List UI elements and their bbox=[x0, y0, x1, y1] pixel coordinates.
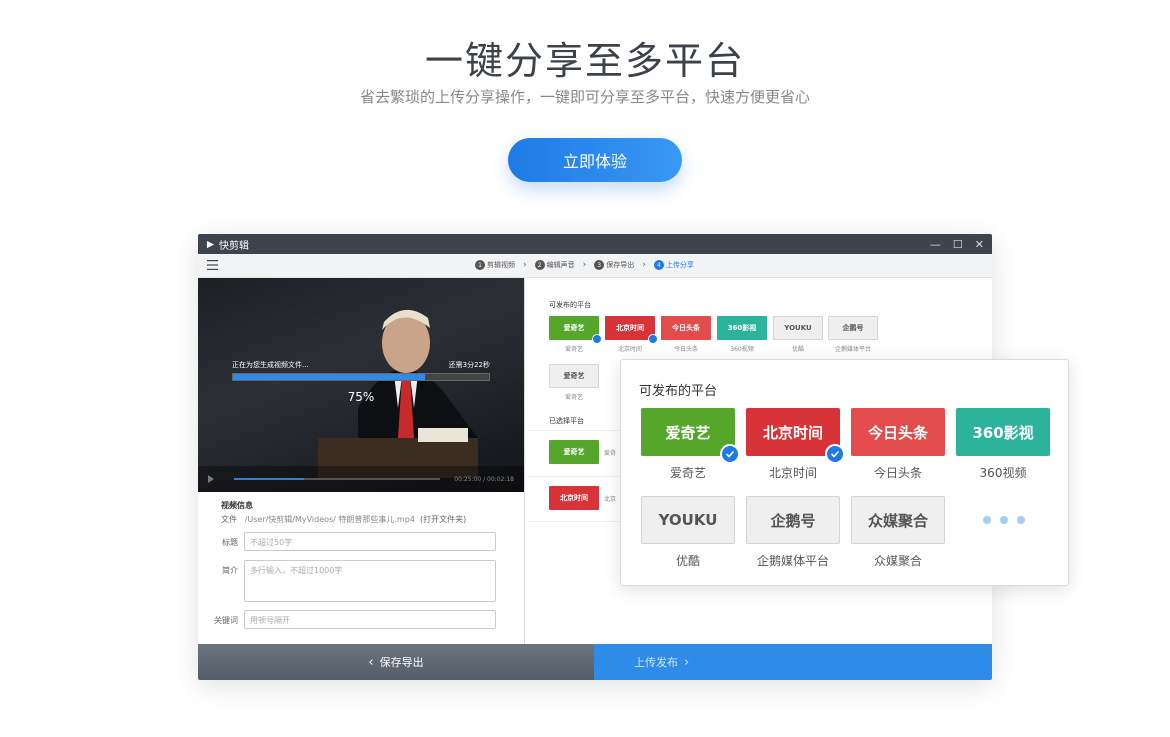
bottom-bar: ‹ 保存导出 上传发布 › bbox=[198, 644, 992, 680]
platform-popup: 可发布的平台 爱奇艺 爱奇艺 北京时间 北京时间 今日头条 今日头条 360影视… bbox=[620, 359, 1069, 586]
title-bar: 快剪辑 — ☐ ✕ bbox=[198, 234, 992, 254]
intro-textarea[interactable]: 多行输入，不超过1000字 bbox=[244, 560, 496, 602]
step-save-export[interactable]: 3 保存导出 bbox=[594, 260, 634, 270]
open-folder-link[interactable]: (打开文件夹) bbox=[420, 515, 466, 524]
selected-label: 爱奇 bbox=[604, 450, 617, 457]
platform-label: 今日头条 bbox=[673, 346, 698, 353]
hero-title: 一键分享至多平台 bbox=[424, 39, 745, 83]
platform-label: 爱奇艺 bbox=[564, 346, 583, 353]
popup-card-penguin[interactable]: 企鹅号 bbox=[746, 496, 840, 544]
hamburger-menu-icon[interactable] bbox=[207, 260, 218, 270]
popup-label: 众媒聚合 bbox=[873, 554, 922, 568]
popup-label: 企鹅媒体平台 bbox=[756, 554, 829, 568]
chevron-left-icon: ‹ bbox=[368, 654, 374, 670]
platform-card-youku[interactable]: YOUKU bbox=[773, 316, 823, 340]
video-frame-image bbox=[318, 309, 478, 478]
popup-title: 可发布的平台 bbox=[639, 384, 718, 399]
minimize-icon[interactable]: — bbox=[930, 238, 941, 251]
video-controls: 00:25:00 / 00:02:18 bbox=[198, 466, 524, 492]
check-icon bbox=[648, 334, 658, 344]
try-now-button[interactable]: 立即体验 bbox=[508, 138, 682, 182]
platform-label: 北京时间 bbox=[617, 346, 642, 353]
platform-label: 爱奇艺 bbox=[564, 394, 583, 401]
chevron-right-icon: › bbox=[523, 260, 527, 270]
step-edit-video[interactable]: 1 剪辑视频 bbox=[475, 260, 515, 270]
platform-label: 360视频 bbox=[730, 346, 754, 353]
step-edit-audio[interactable]: 2 编辑声音 bbox=[534, 260, 575, 270]
platform-label: 优酷 bbox=[791, 346, 804, 353]
popup-label: 爱奇艺 bbox=[669, 466, 706, 480]
available-heading: 可发布的平台 bbox=[549, 301, 591, 309]
file-row: 文件 /User/快剪辑/MyVideos/ 特朗普那些事儿.mp4 (打开文件… bbox=[221, 514, 466, 525]
selected-heading: 已选择平台 bbox=[549, 417, 584, 425]
popup-label: 北京时间 bbox=[768, 466, 817, 480]
popup-label: 360视频 bbox=[979, 466, 1027, 480]
platform-card-toutiao[interactable]: 今日头条 bbox=[661, 316, 711, 340]
chevron-right-icon: › bbox=[684, 654, 690, 670]
keywords-input[interactable]: 用顿号隔开 bbox=[244, 610, 496, 629]
platform-card-iqiyi-alt[interactable]: 爱奇艺 bbox=[549, 364, 599, 388]
progress-fill bbox=[233, 374, 425, 380]
hero-subtitle: 省去繁琐的上传分享操作，一键即可分享至多平台，快速方便更省心 bbox=[359, 88, 810, 106]
selected-label: 北京 bbox=[604, 496, 617, 503]
step-upload-share[interactable]: 4 上传分享 bbox=[653, 260, 694, 270]
form-heading: 视频信息 bbox=[221, 501, 253, 510]
selected-card-iqiyi[interactable]: 爱奇艺 bbox=[549, 440, 599, 464]
close-icon[interactable]: ✕ bbox=[975, 238, 984, 251]
title-input[interactable]: 不超过50字 bbox=[244, 532, 496, 551]
popup-card-zhongmei[interactable]: 众媒聚合 bbox=[851, 496, 945, 544]
progress-track bbox=[232, 373, 490, 381]
progress-percent: 75% bbox=[347, 390, 375, 404]
progress-status: 正在为您生成视频文件... bbox=[232, 361, 309, 369]
upload-publish-button[interactable]: 上传发布 › bbox=[594, 644, 992, 680]
seek-bar[interactable] bbox=[234, 478, 440, 480]
file-label: 文件 bbox=[221, 515, 237, 524]
popup-card-youku[interactable]: YOUKU bbox=[641, 496, 735, 544]
check-icon bbox=[720, 444, 740, 464]
keywords-label: 关键词 bbox=[214, 616, 238, 625]
steps: 1 剪辑视频 › 2 编辑声音 › 3 保存导出 › 4 上传分享 bbox=[475, 260, 694, 270]
more-platforms-icon[interactable] bbox=[983, 516, 1025, 524]
video-info-form: 视频信息 文件 /User/快剪辑/MyVideos/ 特朗普那些事儿.mp4 … bbox=[198, 492, 524, 644]
platform-label: 企鹅媒体平台 bbox=[834, 346, 871, 353]
platform-card-penguin[interactable]: 企鹅号 bbox=[828, 316, 878, 340]
export-progress: 正在为您生成视频文件... 还需3分22秒 bbox=[232, 360, 490, 381]
save-export-button[interactable]: ‹ 保存导出 bbox=[198, 644, 594, 680]
keywords-row: 关键词 用顿号隔开 bbox=[198, 610, 496, 629]
check-icon bbox=[592, 334, 602, 344]
file-path: /User/快剪辑/MyVideos/ 特朗普那些事儿.mp4 bbox=[244, 515, 415, 524]
chevron-right-icon: › bbox=[642, 260, 646, 270]
platform-card-360[interactable]: 360影视 bbox=[717, 316, 767, 340]
chevron-right-icon: › bbox=[582, 260, 587, 270]
popup-card-toutiao[interactable]: 今日头条 bbox=[851, 408, 945, 456]
title-label: 标题 bbox=[222, 538, 238, 547]
selected-card-bjtime[interactable]: 北京时间 bbox=[549, 486, 599, 510]
app-logo-icon bbox=[206, 240, 215, 248]
play-icon[interactable] bbox=[208, 475, 214, 483]
app-name: 快剪辑 bbox=[219, 240, 249, 252]
title-row: 标题 不超过50字 bbox=[198, 532, 496, 551]
popup-label: 今日头条 bbox=[873, 466, 922, 480]
video-preview: 正在为您生成视频文件... 还需3分22秒 75% 00:25:00 / 00:… bbox=[198, 278, 524, 492]
progress-remaining: 还需3分22秒 bbox=[448, 361, 490, 369]
popup-card-360[interactable]: 360影视 bbox=[956, 408, 1050, 456]
video-time: 00:25:00 / 00:02:18 bbox=[454, 475, 514, 483]
check-icon bbox=[825, 444, 845, 464]
popup-label: 优酷 bbox=[675, 554, 700, 568]
maximize-icon[interactable]: ☐ bbox=[953, 238, 963, 251]
step-bar: 1 剪辑视频 › 2 编辑声音 › 3 保存导出 › 4 上传分享 bbox=[198, 254, 992, 278]
intro-label: 简介 bbox=[222, 566, 238, 575]
intro-row: 简介 多行输入，不超过1000字 bbox=[198, 560, 496, 602]
